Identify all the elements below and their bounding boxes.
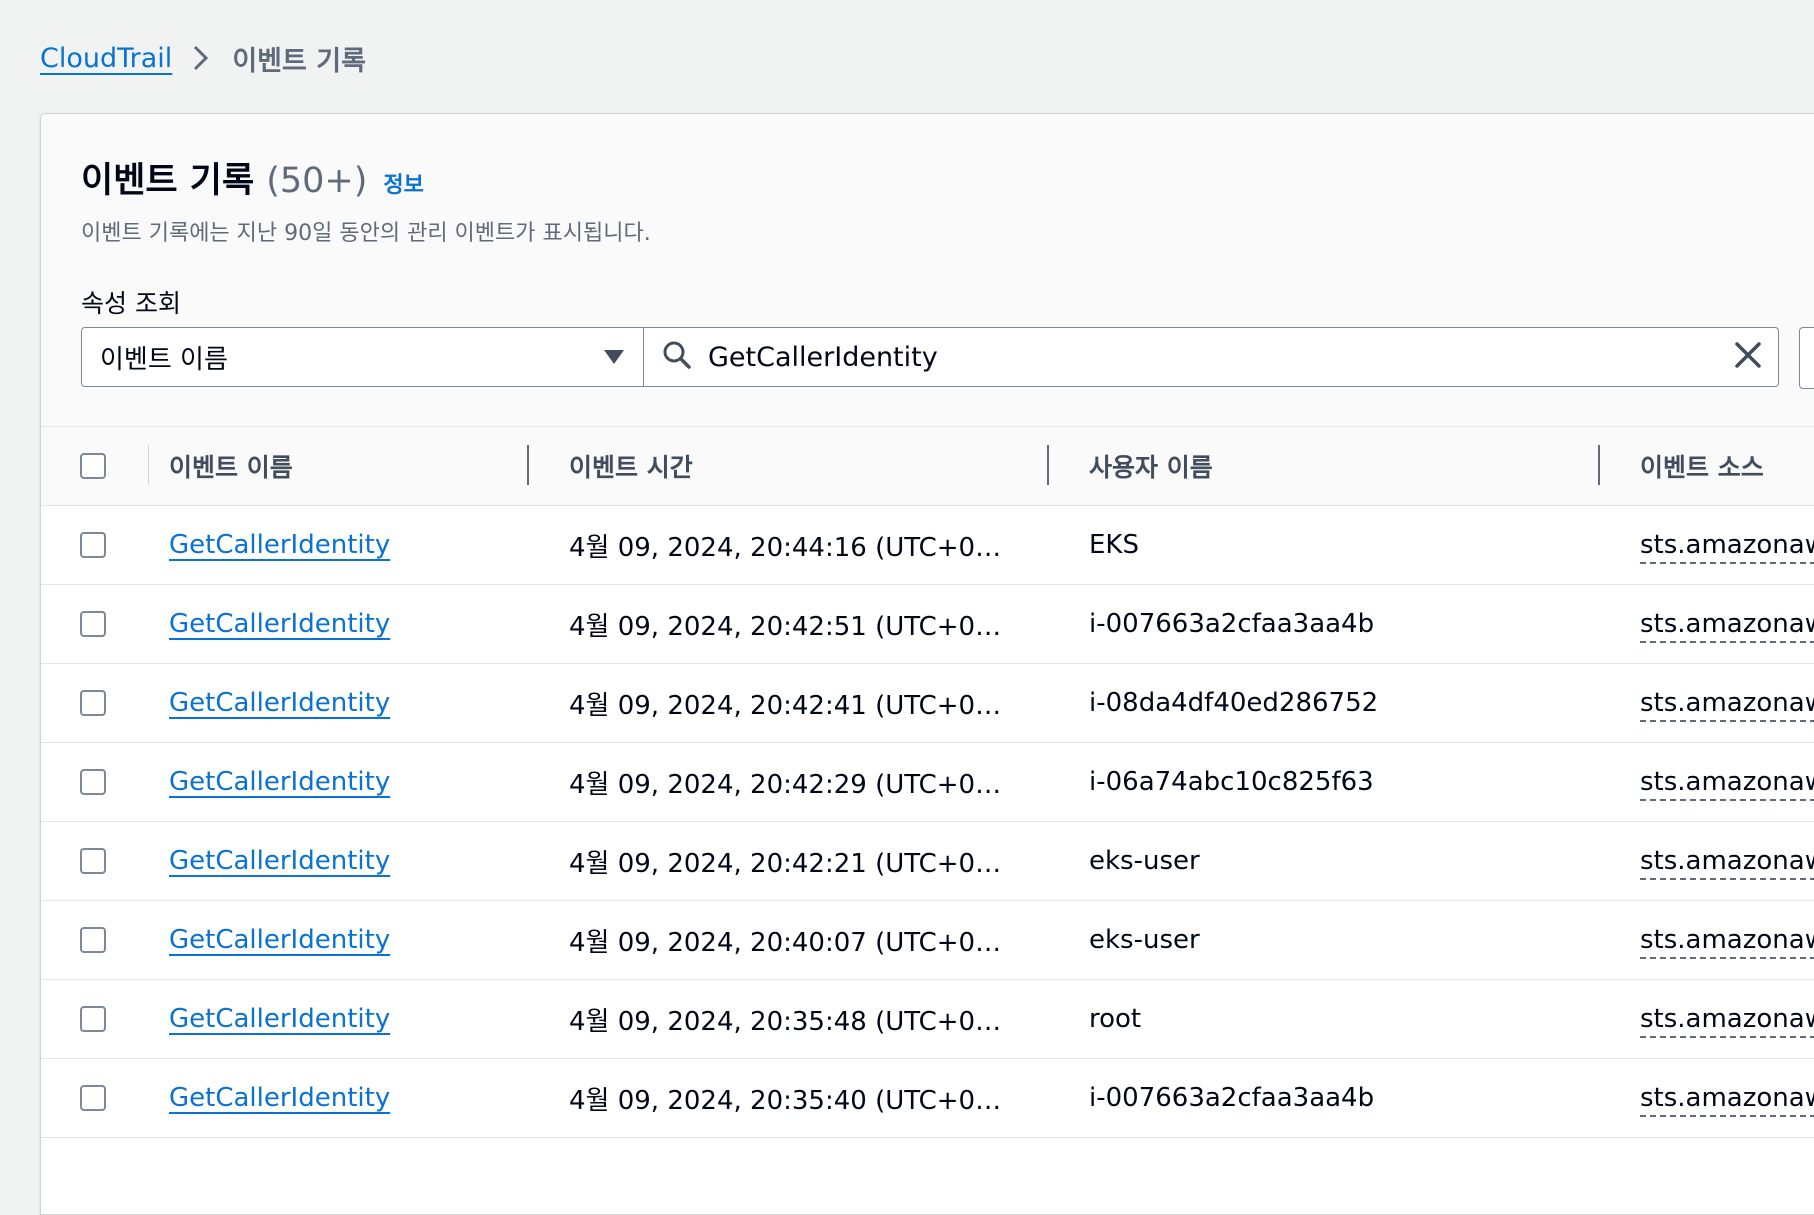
event-source[interactable]: sts.amazonaw xyxy=(1640,846,1814,880)
row-checkbox[interactable] xyxy=(80,1006,106,1032)
user-name: i-08da4df40ed286752 xyxy=(1089,688,1379,718)
event-name-link[interactable]: GetCallerIdentity xyxy=(169,1083,390,1113)
time-range-control[interactable] xyxy=(1799,327,1814,389)
table-header-section: 이벤트 기록 (50+) 정보 이벤트 기록에는 지난 90일 동안의 관리 이… xyxy=(41,114,1814,427)
column-header-event-source[interactable]: 이벤트 소스 xyxy=(1600,427,1814,506)
event-source[interactable]: sts.amazonaw xyxy=(1640,767,1814,801)
caret-down-icon xyxy=(603,342,625,372)
user-name: eks-user xyxy=(1089,925,1200,955)
user-name: eks-user xyxy=(1089,846,1200,876)
event-time: 4월 09, 2024, 20:35:48 (UTC+09:… xyxy=(569,1006,1009,1037)
table-row: GetCallerIdentity 4월 09, 2024, 20:40:07 … xyxy=(41,901,1814,980)
breadcrumb-current: 이벤트 기록 xyxy=(232,45,366,77)
row-checkbox[interactable] xyxy=(80,927,106,953)
table-row: GetCallerIdentity 4월 09, 2024, 20:42:29 … xyxy=(41,743,1814,822)
user-name: root xyxy=(1089,1004,1142,1034)
row-checkbox[interactable] xyxy=(80,769,106,795)
event-source[interactable]: sts.amazonaw xyxy=(1640,1083,1814,1117)
event-name-link[interactable]: GetCallerIdentity xyxy=(169,688,390,718)
chevron-right-icon xyxy=(192,44,210,72)
select-all-cell xyxy=(41,427,149,506)
table-row: GetCallerIdentity 4월 09, 2024, 20:42:41 … xyxy=(41,664,1814,743)
lookup-attribute-label: 속성 조회 xyxy=(81,289,181,318)
user-name: i-007663a2cfaa3aa4b xyxy=(1089,1083,1375,1113)
search-icon xyxy=(662,340,692,374)
event-time: 4월 09, 2024, 20:35:40 (UTC+09:… xyxy=(569,1085,1009,1116)
event-time: 4월 09, 2024, 20:42:21 (UTC+09:… xyxy=(569,848,1009,879)
column-header-user-name[interactable]: 사용자 이름 xyxy=(1049,427,1600,506)
column-header-label: 이벤트 시간 xyxy=(569,453,693,482)
column-header-label: 이벤트 소스 xyxy=(1640,453,1764,482)
page-description: 이벤트 기록에는 지난 90일 동안의 관리 이벤트가 표시됩니다. xyxy=(81,221,651,246)
event-time: 4월 09, 2024, 20:44:16 (UTC+09:… xyxy=(569,532,1009,563)
event-source[interactable]: sts.amazonaw xyxy=(1640,688,1814,722)
event-name-link[interactable]: GetCallerIdentity xyxy=(169,767,390,797)
lookup-value-input[interactable] xyxy=(706,340,1734,374)
select-all-checkbox[interactable] xyxy=(80,453,106,479)
table-row: GetCallerIdentity 4월 09, 2024, 20:42:51 … xyxy=(41,585,1814,664)
table-row: GetCallerIdentity 4월 09, 2024, 20:44:16 … xyxy=(41,506,1814,585)
event-source[interactable]: sts.amazonaw xyxy=(1640,530,1814,564)
events-table: 이벤트 이름 이벤트 시간 사용자 이름 이벤트 소스 GetCallerIde… xyxy=(41,427,1814,1138)
column-header-event-time[interactable]: 이벤트 시간 xyxy=(529,427,1049,506)
title-row: 이벤트 기록 (50+) 정보 xyxy=(81,152,424,203)
event-name-link[interactable]: GetCallerIdentity xyxy=(169,925,390,955)
close-icon[interactable] xyxy=(1734,341,1762,373)
event-history-container: 이벤트 기록 (50+) 정보 이벤트 기록에는 지난 90일 동안의 관리 이… xyxy=(40,113,1814,1215)
column-header-label: 사용자 이름 xyxy=(1089,453,1213,482)
table-row: GetCallerIdentity 4월 09, 2024, 20:35:48 … xyxy=(41,980,1814,1059)
event-name-link[interactable]: GetCallerIdentity xyxy=(169,1004,390,1034)
row-checkbox[interactable] xyxy=(80,532,106,558)
user-name: EKS xyxy=(1089,530,1139,560)
event-time: 4월 09, 2024, 20:40:07 (UTC+09:… xyxy=(569,927,1009,958)
event-source[interactable]: sts.amazonaw xyxy=(1640,1004,1814,1038)
event-source[interactable]: sts.amazonaw xyxy=(1640,925,1814,959)
table-row: GetCallerIdentity 4월 09, 2024, 20:42:21 … xyxy=(41,822,1814,901)
table-header-row: 이벤트 이름 이벤트 시간 사용자 이름 이벤트 소스 xyxy=(41,427,1814,506)
event-time: 4월 09, 2024, 20:42:29 (UTC+09:… xyxy=(569,769,1009,800)
row-checkbox[interactable] xyxy=(80,848,106,874)
row-checkbox[interactable] xyxy=(80,1085,106,1111)
lookup-value-field xyxy=(644,327,1779,387)
table-row: GetCallerIdentity 4월 09, 2024, 20:35:40 … xyxy=(41,1059,1814,1138)
user-name: i-06a74abc10c825f63 xyxy=(1089,767,1374,797)
event-count: (50+) xyxy=(266,161,368,201)
event-name-link[interactable]: GetCallerIdentity xyxy=(169,609,390,639)
column-header-event-name[interactable]: 이벤트 이름 xyxy=(149,427,529,506)
event-time: 4월 09, 2024, 20:42:41 (UTC+09:… xyxy=(569,690,1009,721)
info-link[interactable]: 정보 xyxy=(383,167,423,199)
event-time: 4월 09, 2024, 20:42:51 (UTC+09:… xyxy=(569,611,1009,642)
lookup-attribute-select[interactable]: 이벤트 이름 xyxy=(81,327,644,387)
column-header-label: 이벤트 이름 xyxy=(169,453,293,482)
event-name-link[interactable]: GetCallerIdentity xyxy=(169,530,390,560)
event-source[interactable]: sts.amazonaw xyxy=(1640,609,1814,643)
row-checkbox[interactable] xyxy=(80,690,106,716)
event-name-link[interactable]: GetCallerIdentity xyxy=(169,846,390,876)
row-checkbox[interactable] xyxy=(80,611,106,637)
user-name: i-007663a2cfaa3aa4b xyxy=(1089,609,1375,639)
filter-row: 이벤트 이름 xyxy=(81,327,1814,389)
breadcrumb: CloudTrail 이벤트 기록 xyxy=(40,36,366,80)
page-title: 이벤트 기록 xyxy=(81,161,255,201)
breadcrumb-cloudtrail-link[interactable]: CloudTrail xyxy=(40,43,172,74)
lookup-attribute-value: 이벤트 이름 xyxy=(100,344,228,375)
